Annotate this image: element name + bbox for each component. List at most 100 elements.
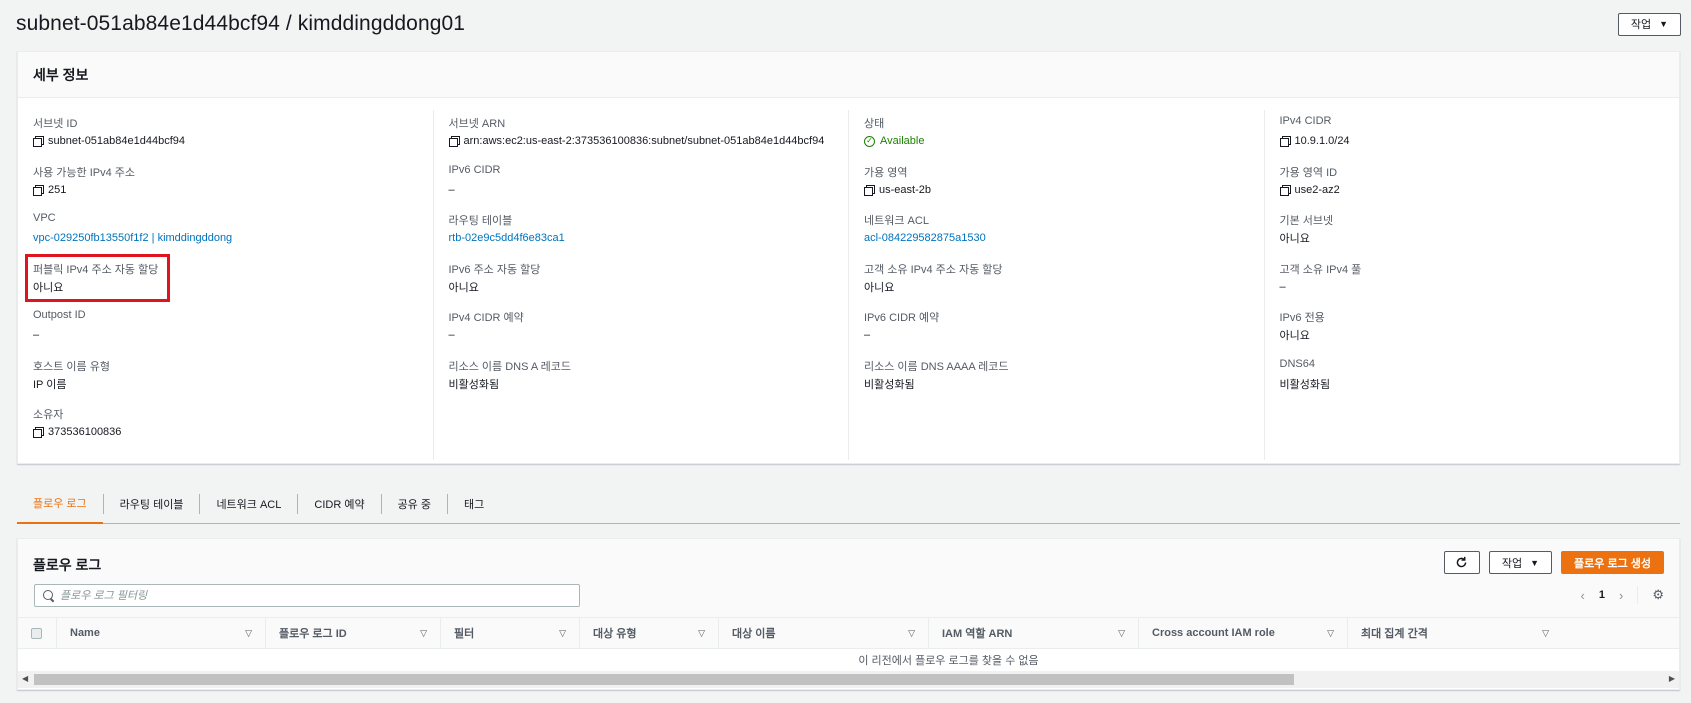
flow-logs-header: 플로우 로그 작업 ▼ 플로우 로그 생성 ‹ 1 › ⚙ (18, 539, 1679, 618)
tab-5[interactable]: 태그 (448, 485, 500, 524)
detail-field: DNS64 비활성화됨 (1280, 353, 1665, 402)
field-label: 가용 영역 ID (1279, 166, 1338, 179)
field-value: ✓ Available (864, 134, 1249, 148)
sort-icon[interactable]: ▽ (1118, 628, 1125, 639)
scroll-right-icon[interactable]: ▶ (1669, 674, 1675, 683)
detail-field: 사용 가능한 IPv4 주소 251 (33, 159, 418, 208)
sort-icon[interactable]: ▽ (420, 628, 427, 639)
detail-field: 고객 소유 IPv4 풀 – (1280, 256, 1665, 305)
create-flow-log-button[interactable]: 플로우 로그 생성 (1561, 551, 1664, 574)
column-header-label: 플로우 로그 ID (279, 628, 347, 640)
search-icon (43, 590, 54, 601)
copy-icon[interactable] (864, 184, 875, 196)
detail-field: IPv6 CIDR 예약 – (864, 304, 1249, 353)
select-all-checkbox[interactable] (31, 627, 42, 639)
field-value: 비활성화됨 (1280, 377, 1665, 391)
copy-icon[interactable] (33, 427, 44, 438)
field-value[interactable]: acl-084229582875a1530 (864, 231, 1249, 245)
sort-icon[interactable]: ▽ (559, 628, 566, 639)
field-value[interactable]: 10.9.1.0/24 (1279, 134, 1665, 148)
chevron-right-icon[interactable]: › (1619, 588, 1623, 603)
tab-2[interactable]: 네트워크 ACL (200, 485, 297, 524)
field-label: 상태 (864, 118, 885, 130)
column-header[interactable]: IAM 역할 ARN ▽ (928, 617, 1138, 649)
field-value[interactable]: vpc-029250fb13550f1f2 | kimddingddong (33, 231, 418, 245)
field-value-text: 아니요 (1279, 330, 1310, 342)
tab-0[interactable]: 플로우 로그 (17, 485, 103, 524)
column-header[interactable]: 플로우 로그 ID ▽ (265, 617, 440, 649)
sort-icon[interactable]: ▽ (1327, 628, 1334, 639)
scrollbar-thumb[interactable] (34, 674, 1294, 685)
copy-icon[interactable] (33, 184, 44, 196)
sort-icon[interactable]: ▽ (908, 628, 915, 639)
field-label: IPv4 CIDR (1279, 115, 1332, 127)
detail-field: 기본 서브넷 아니요 (1280, 207, 1665, 256)
field-label: 서브넷 ARN (448, 118, 506, 130)
field-value-text: 251 (48, 183, 67, 196)
detail-field: 라우팅 테이블 rtb-02e9c5dd4f6e83ca1 (449, 207, 834, 256)
sort-icon[interactable]: ▽ (1542, 628, 1549, 639)
column-header-label: IAM 역할 ARN (942, 628, 1013, 640)
tab-3[interactable]: CIDR 예약 (298, 485, 380, 524)
sort-icon[interactable]: ▽ (245, 628, 252, 639)
column-header[interactable]: 최대 집계 간격 ▽ (1347, 617, 1562, 649)
pager-divider (1637, 586, 1639, 604)
field-value[interactable]: 373536100836 (33, 425, 418, 439)
field-label: 네트워크 ACL (864, 215, 929, 227)
chevron-left-icon[interactable]: ‹ (1581, 588, 1585, 603)
highlight-box (25, 254, 170, 302)
field-label: 사용 가능한 IPv4 주소 (33, 166, 136, 179)
field-value-text: Available (880, 135, 925, 147)
copy-icon[interactable] (1279, 136, 1291, 147)
field-value-text: 10.9.1.0/24 (1294, 135, 1350, 147)
copy-icon[interactable] (33, 136, 44, 147)
refresh-icon (1457, 556, 1467, 568)
scroll-left-icon[interactable]: ◀ (22, 674, 28, 683)
column-header[interactable]: 대상 이름 ▽ (718, 617, 928, 649)
detail-field: 리소스 이름 DNS A 레코드 비활성화됨 (449, 353, 834, 402)
flow-actions-button[interactable]: 작업 ▼ (1488, 551, 1553, 574)
column-header[interactable]: Name ▽ (56, 617, 265, 649)
flow-logs-title: 플로우 로그 (33, 557, 102, 573)
sort-icon[interactable]: ▽ (698, 628, 705, 639)
field-label: VPC (33, 212, 56, 224)
flow-logs-actions: 작업 ▼ 플로우 로그 생성 (1443, 551, 1664, 574)
detail-field: 가용 영역 us-east-2b (864, 159, 1249, 208)
flow-log-search[interactable] (34, 584, 580, 607)
actions-button-label: 작업 (1630, 19, 1652, 31)
tab-1[interactable]: 라우팅 테이블 (104, 485, 200, 524)
field-value-text: – (448, 329, 455, 341)
field-value[interactable]: use2-az2 (1279, 183, 1665, 197)
table-header: Name ▽ 플로우 로그 ID ▽ 필터 ▽ 대상 유형 ▽ 대상 이름 ▽ IAM 역할 ARN… (18, 617, 1679, 649)
page-number[interactable]: 1 (1599, 589, 1605, 601)
field-value: 아니요 (1280, 328, 1665, 342)
field-value[interactable]: arn:aws:ec2:us-east-2:373536100836:subne… (448, 134, 834, 148)
column-header[interactable]: 필터 ▽ (440, 617, 579, 649)
field-value: – (449, 328, 834, 342)
field-value[interactable]: subnet-051ab84e1d44bcf94 (33, 134, 418, 148)
detail-field: 리소스 이름 DNS AAAA 레코드 비활성화됨 (864, 353, 1249, 402)
detail-field: 네트워크 ACL acl-084229582875a1530 (864, 207, 1249, 256)
column-header[interactable]: 대상 유형 ▽ (579, 617, 718, 649)
tab-4[interactable]: 공유 중 (382, 485, 447, 524)
column-header[interactable]: Cross account IAM role ▽ (1138, 617, 1347, 649)
details-column: 서브넷 ARN arn:aws:ec2:us-east-2:37353610083… (432, 110, 849, 460)
copy-icon[interactable] (1279, 184, 1291, 196)
tab-bar: 플로우 로그 라우팅 테이블 네트워크 ACL CIDR 예약 공유 중 태그 (17, 485, 1680, 524)
details-panel: 세부 정보 서브넷 ID subnet-051ab84e1d44bcf94 사용 가… (17, 51, 1680, 464)
detail-field: Outpost ID – (33, 304, 418, 353)
refresh-button[interactable] (1443, 551, 1480, 574)
field-value[interactable]: 251 (33, 183, 418, 197)
field-value-text: arn:aws:ec2:us-east-2:373536100836:subne… (463, 135, 825, 147)
copy-icon[interactable] (448, 136, 460, 147)
detail-field: 서브넷 ARN arn:aws:ec2:us-east-2:37353610083… (448, 110, 834, 159)
actions-button[interactable]: 작업 ▼ (1617, 12, 1681, 36)
details-column: IPv4 CIDR 10.9.1.0/24 가용 영역 ID use2-az2 기본 서… (1263, 110, 1680, 460)
field-value[interactable]: rtb-02e9c5dd4f6e83ca1 (449, 231, 834, 245)
search-input[interactable] (60, 589, 560, 602)
field-value: – (33, 328, 418, 342)
detail-field: IPv6 전용 아니요 (1280, 304, 1665, 353)
field-value[interactable]: us-east-2b (864, 183, 1249, 197)
gear-icon[interactable]: ⚙ (1652, 587, 1664, 603)
horizontal-scrollbar[interactable]: ◀ ▶ (18, 671, 1679, 688)
